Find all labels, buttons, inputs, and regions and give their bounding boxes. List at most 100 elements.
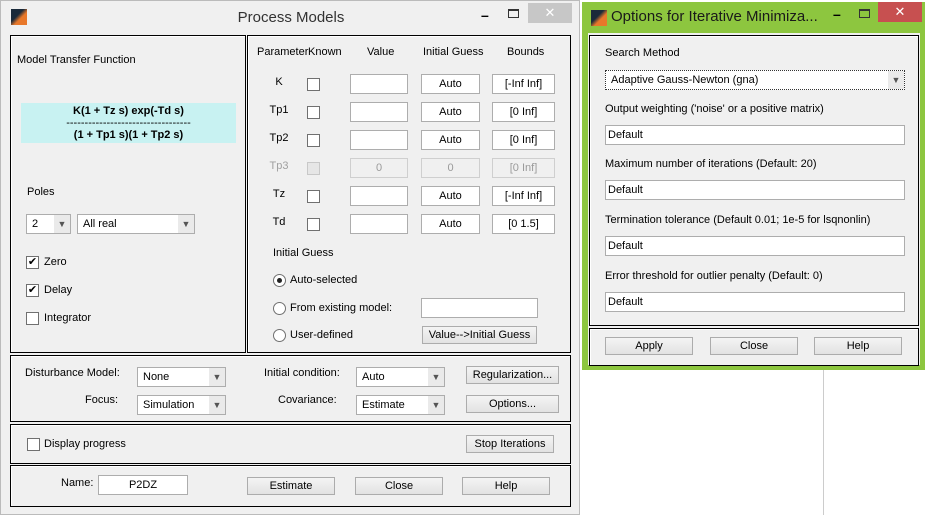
chevron-down-icon: ▼: [178, 215, 194, 233]
param-known-checkbox[interactable]: [307, 78, 320, 91]
poles-type-select[interactable]: All real ▼: [77, 214, 195, 234]
options-button[interactable]: Options...: [466, 395, 559, 413]
initial-condition-label: Initial condition:: [264, 367, 340, 379]
header-value: Value: [367, 46, 395, 58]
covariance-select[interactable]: Estimate ▼: [356, 395, 445, 415]
focus-select[interactable]: Simulation ▼: [137, 395, 226, 415]
param-initial-guess-input[interactable]: Auto: [421, 214, 480, 234]
stop-iterations-button[interactable]: Stop Iterations: [466, 435, 554, 453]
covariance-label: Covariance:: [278, 394, 337, 406]
param-value-input[interactable]: [350, 214, 408, 234]
param-bounds-input: [0 Inf]: [492, 158, 555, 178]
minimize-button[interactable]: –: [481, 7, 497, 23]
help-button[interactable]: Help: [814, 337, 902, 355]
param-value-input[interactable]: [350, 74, 408, 94]
close-window-button[interactable]: ✕: [528, 3, 572, 23]
estimate-button[interactable]: Estimate: [247, 477, 335, 495]
options-window: Options for Iterative Minimiza... – ✕ Se…: [582, 2, 925, 370]
options-body: Search Method Adaptive Gauss-Newton (gna…: [588, 33, 920, 366]
tf-numerator: K(1 + Tz s) exp(-Td s): [73, 105, 184, 117]
initial-condition-select[interactable]: Auto ▼: [356, 367, 445, 387]
param-initial-guess-input[interactable]: Auto: [421, 74, 480, 94]
progress-panel: Display progress Stop Iterations: [10, 424, 571, 464]
param-name: Tp2: [269, 132, 289, 144]
param-known-checkbox[interactable]: [307, 106, 320, 119]
maximize-button[interactable]: [508, 9, 519, 18]
param-initial-guess-input[interactable]: Auto: [421, 130, 480, 150]
chevron-down-icon: ▼: [209, 396, 225, 414]
header-known: Known: [308, 46, 342, 58]
param-name: K: [275, 76, 283, 88]
param-known-checkbox: [307, 162, 320, 175]
delay-label: Delay: [44, 284, 73, 296]
name-label: Name:: [61, 477, 94, 489]
close-button[interactable]: Close: [355, 477, 443, 495]
options-panel: Search Method Adaptive Gauss-Newton (gna…: [589, 35, 919, 326]
user-defined-radio[interactable]: [273, 329, 286, 342]
estimation-settings-panel: Disturbance Model: None ▼ Focus: Simulati…: [10, 355, 571, 422]
model-name-input[interactable]: P2DZ: [98, 475, 188, 495]
zero-checkbox[interactable]: ✔: [26, 256, 39, 269]
param-bounds-input[interactable]: [-Inf Inf]: [492, 186, 555, 206]
output-weighting-label: Output weighting ('noise' or a positive …: [605, 103, 824, 115]
regularization-button[interactable]: Regularization...: [466, 366, 559, 384]
existing-model-radio[interactable]: [273, 302, 286, 315]
param-name: Tz: [272, 188, 286, 200]
existing-model-input[interactable]: [421, 298, 538, 318]
maximize-button[interactable]: [859, 9, 870, 18]
tolerance-input[interactable]: Default: [605, 236, 905, 256]
value-to-initial-guess-button[interactable]: Value-->Initial Guess: [422, 326, 537, 344]
param-initial-guess-input: 0: [421, 158, 480, 178]
error-threshold-input[interactable]: Default: [605, 292, 905, 312]
chevron-down-icon: ▼: [428, 368, 444, 386]
param-name: Tp1: [269, 104, 289, 116]
disturbance-label: Disturbance Model:: [25, 367, 120, 379]
param-bounds-input[interactable]: [0 Inf]: [492, 130, 555, 150]
display-progress-checkbox[interactable]: [27, 438, 40, 451]
apply-button[interactable]: Apply: [605, 337, 693, 355]
param-known-checkbox[interactable]: [307, 218, 320, 231]
param-value-input[interactable]: [350, 186, 408, 206]
chevron-down-icon: ▼: [54, 215, 70, 233]
tf-denominator: (1 + Tp1 s)(1 + Tp2 s): [73, 129, 184, 141]
delay-checkbox[interactable]: ✔: [26, 284, 39, 297]
param-value-input[interactable]: [350, 102, 408, 122]
display-progress-label: Display progress: [44, 438, 126, 450]
param-name: Tp3: [269, 160, 289, 172]
error-threshold-label: Error threshold for outlier penalty (Def…: [605, 270, 823, 282]
close-button[interactable]: Close: [710, 337, 798, 355]
chevron-down-icon: ▼: [888, 71, 904, 89]
window-title: Options for Iterative Minimiza...: [611, 8, 818, 25]
param-initial-guess-input[interactable]: Auto: [421, 102, 480, 122]
max-iterations-input[interactable]: Default: [605, 180, 905, 200]
param-known-checkbox[interactable]: [307, 134, 320, 147]
model-structure-panel: Model Transfer Function K(1 + Tz s) exp(…: [10, 35, 246, 353]
param-known-checkbox[interactable]: [307, 190, 320, 203]
poles-label: Poles: [27, 186, 55, 198]
integrator-checkbox[interactable]: [26, 312, 39, 325]
search-method-select[interactable]: Adaptive Gauss-Newton (gna) ▼: [605, 70, 905, 90]
close-window-button[interactable]: ✕: [878, 2, 922, 22]
matlab-icon: [591, 10, 607, 26]
tf-divider: ----------------------------------: [66, 117, 191, 129]
param-bounds-input[interactable]: [-Inf Inf]: [492, 74, 555, 94]
transfer-function-display: K(1 + Tz s) exp(-Td s) -----------------…: [21, 103, 236, 143]
help-button[interactable]: Help: [462, 477, 550, 495]
search-method-label: Search Method: [605, 47, 680, 59]
param-value-input: 0: [350, 158, 408, 178]
auto-selected-radio[interactable]: [273, 274, 286, 287]
name-panel: Name: P2DZ Estimate Close Help: [10, 465, 571, 507]
background-divider: [823, 370, 824, 515]
param-value-input[interactable]: [350, 130, 408, 150]
param-bounds-input[interactable]: [0 Inf]: [492, 102, 555, 122]
zero-label: Zero: [44, 256, 67, 268]
output-weighting-input[interactable]: Default: [605, 125, 905, 145]
param-initial-guess-input[interactable]: Auto: [421, 186, 480, 206]
disturbance-select[interactable]: None ▼: [137, 367, 226, 387]
poles-count-select[interactable]: 2 ▼: [26, 214, 71, 234]
param-bounds-input[interactable]: [0 1.5]: [492, 214, 555, 234]
tolerance-label: Termination tolerance (Default 0.01; 1e-…: [605, 214, 871, 226]
param-name: Td: [272, 216, 286, 228]
header-parameter: Parameter: [257, 46, 309, 58]
minimize-button[interactable]: –: [833, 6, 841, 22]
